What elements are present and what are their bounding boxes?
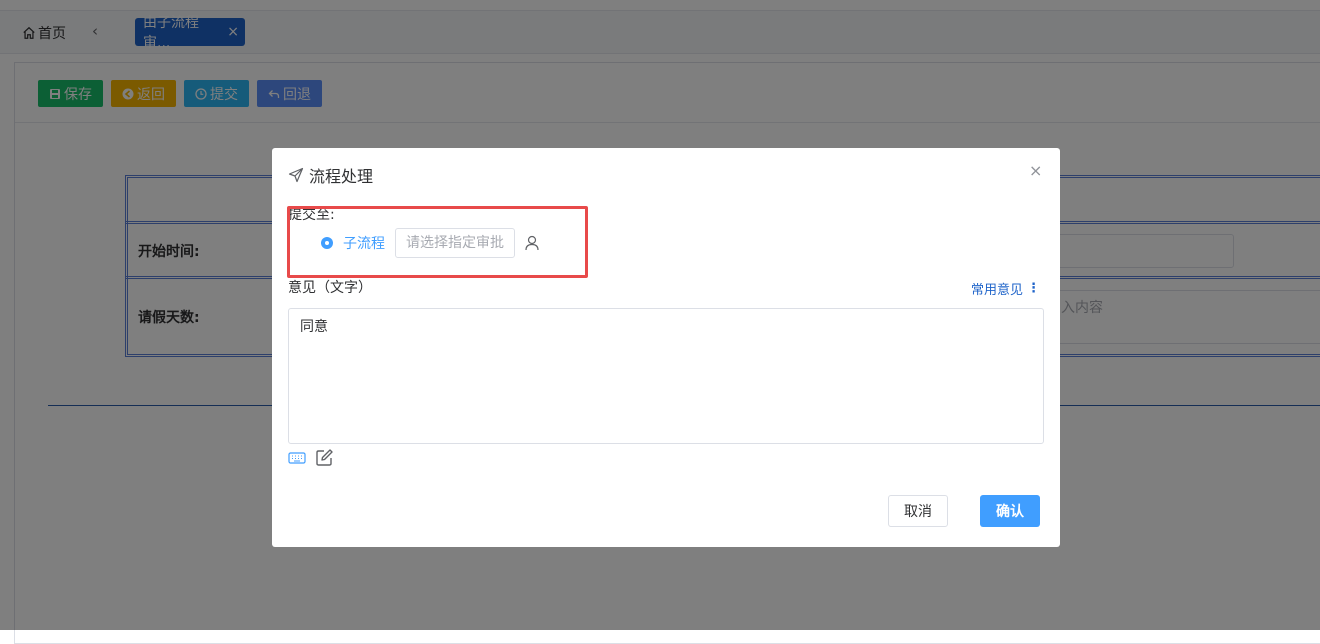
approver-input[interactable]: 请选择指定审批: [395, 228, 515, 258]
common-opinion-link[interactable]: 常用意见 ⋮: [971, 279, 1040, 298]
common-opinion-label: 常用意见: [970, 283, 1023, 298]
submit-target-row: 子流程 请选择指定审批: [321, 228, 541, 258]
dialog-title: 流程处理: [309, 167, 374, 186]
confirm-button[interactable]: 确认: [980, 495, 1040, 527]
edit-icon[interactable]: [315, 448, 334, 467]
process-dialog: 流程处理 × 提交至: 子流程 请选择指定审批 意见（文字） 常用意见 ⋮ 同意…: [272, 148, 1060, 547]
opinion-value: 同意: [300, 319, 328, 335]
user-icon[interactable]: [523, 234, 541, 252]
cancel-button[interactable]: 取消: [888, 495, 948, 527]
opinion-label: 意见（文字）: [288, 280, 372, 296]
keyboard-icon[interactable]: [288, 450, 306, 466]
more-vertical-icon: ⋮: [1027, 281, 1040, 296]
opinion-textarea[interactable]: 同意: [288, 308, 1044, 444]
subprocess-radio[interactable]: [321, 237, 333, 249]
dialog-header: 流程处理: [288, 163, 373, 187]
subprocess-radio-label[interactable]: 子流程: [343, 233, 385, 253]
close-icon[interactable]: ×: [1029, 161, 1042, 180]
send-icon: [288, 167, 304, 183]
